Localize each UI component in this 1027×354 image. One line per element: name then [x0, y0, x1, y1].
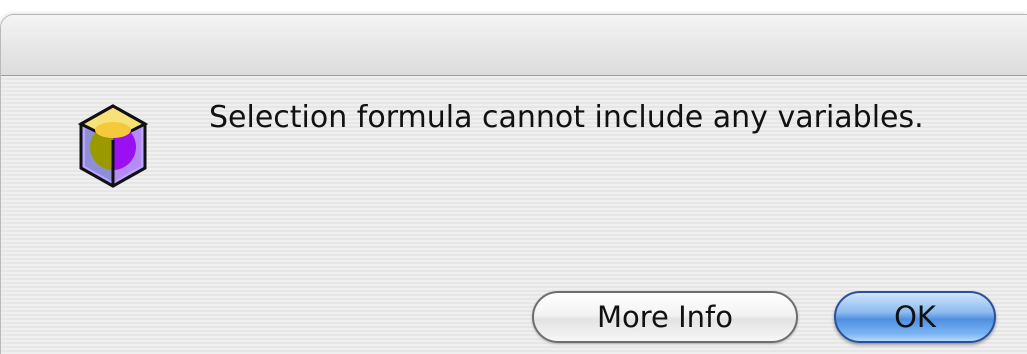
- window-titlebar[interactable]: [1, 15, 1027, 76]
- alert-dialog: Selection formula cannot include any var…: [0, 14, 1027, 354]
- alert-message: Selection formula cannot include any var…: [209, 100, 924, 135]
- database-cube-icon: [73, 100, 153, 192]
- ok-button[interactable]: OK: [834, 291, 996, 343]
- more-info-button[interactable]: More Info: [532, 291, 798, 343]
- dialog-body: Selection formula cannot include any var…: [1, 76, 1027, 354]
